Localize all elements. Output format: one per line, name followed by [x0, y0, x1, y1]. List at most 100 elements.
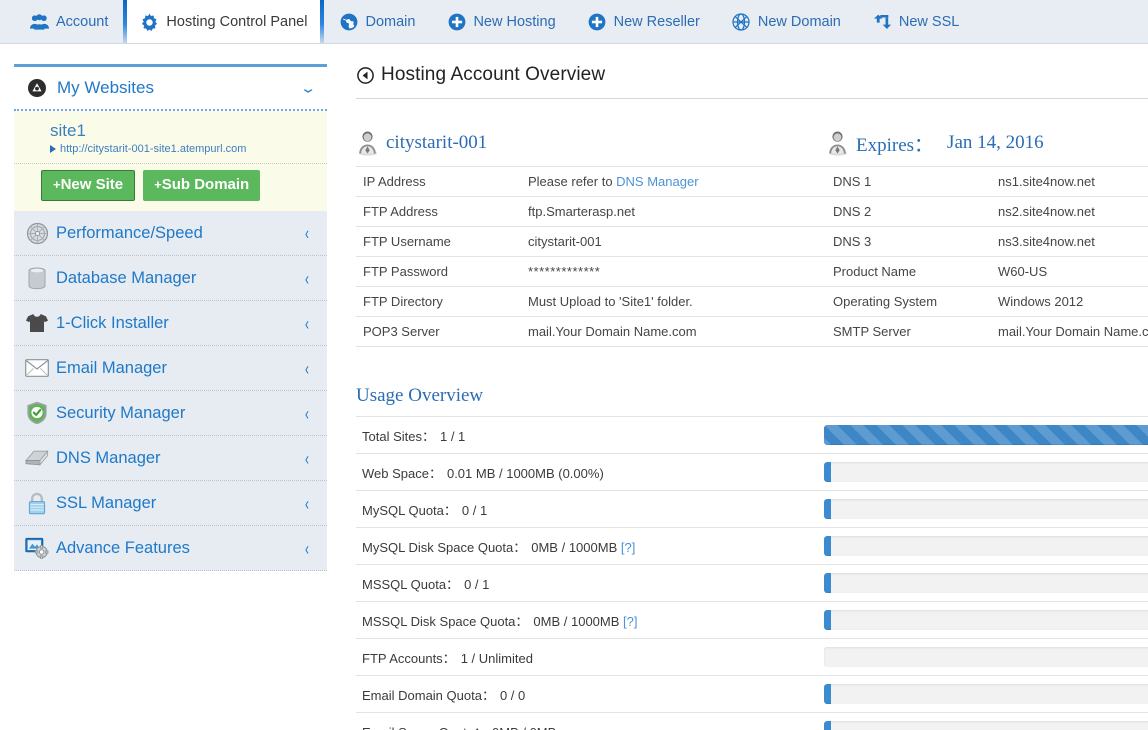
help-icon[interactable]: [?]: [621, 540, 635, 555]
nav-tab-label: New Domain: [757, 13, 841, 30]
progress-bar: [824, 647, 1148, 667]
nav-tab-new-reseller[interactable]: New Reseller: [572, 0, 716, 43]
chevron-left-icon[interactable]: ‹: [299, 267, 316, 289]
usage-bar-cell: [818, 712, 1148, 730]
info-key: FTP Address: [356, 196, 521, 227]
usage-bar-cell: [818, 453, 1148, 491]
chevron-down-icon[interactable]: ⌄: [293, 82, 323, 95]
usage-name: MSSQL Quota：: [362, 576, 460, 592]
chevron-left-icon[interactable]: ‹: [299, 402, 316, 424]
shield-check-icon: [24, 401, 50, 425]
sidebar-item-performance-speed[interactable]: Performance/Speed ‹: [14, 211, 327, 256]
usage-name: MySQL Disk Space Quota：: [362, 539, 527, 555]
nav-tab-domain[interactable]: Domain: [323, 0, 431, 43]
sub-domain-button[interactable]: +Sub Domain: [143, 170, 261, 201]
usage-label: Email Domain Quota： 0 / 0: [356, 675, 818, 713]
sidebar-item-ssl-manager[interactable]: SSL Manager ‹: [14, 481, 327, 526]
usage-value: 0 / 1: [464, 576, 490, 592]
usage-bar-cell: [818, 601, 1148, 639]
sidebar-item-dns-manager[interactable]: DNS Manager ‹: [14, 436, 327, 481]
nav-tab-label: New SSL: [898, 13, 960, 30]
tshirt-icon: [24, 311, 50, 335]
usage-value: 0 / 1: [461, 502, 488, 518]
sidebar-item-1-click-installer[interactable]: 1-Click Installer ‹: [14, 301, 327, 346]
info-key: FTP Username: [356, 226, 521, 257]
chevron-left-icon[interactable]: ‹: [299, 357, 316, 379]
chevron-left-icon[interactable]: ‹: [299, 492, 316, 514]
info-value: citystarit-001: [521, 226, 826, 257]
sidebar-item-database-manager[interactable]: Database Manager ‹: [14, 256, 327, 301]
plus-icon: +: [154, 177, 162, 193]
info-value: ns1.site4now.net: [991, 166, 1148, 197]
account-info-columns: citystarit-001 IP Address Please refer to…: [356, 128, 1148, 347]
dns-manager-link[interactable]: DNS Manager: [616, 174, 698, 189]
sidebar-item-label: 1-Click Installer: [56, 313, 169, 332]
progress-bar: [824, 499, 1148, 519]
info-value: ns2.site4now.net: [991, 196, 1148, 227]
top-navigation-bar: Account Hosting Control Panel Domain New Ho…: [0, 0, 1148, 44]
usage-bar-cell: [818, 490, 1148, 528]
chevron-left-icon[interactable]: ‹: [299, 312, 316, 334]
table-row: DNS 3 ns3.site4now.net: [826, 226, 1148, 257]
nav-tab-new-ssl[interactable]: New SSL: [857, 0, 975, 43]
table-row: Operating System Windows 2012: [826, 286, 1148, 317]
usage-row: MySQL Disk Space Quota： 0MB / 1000MB [?]: [356, 527, 1148, 565]
speedometer-icon: [24, 221, 50, 245]
usage-label: MSSQL Quota： 0 / 1: [356, 564, 818, 602]
progress-bar: [824, 573, 1148, 593]
expires-date: Jan 14, 2016: [947, 132, 1044, 153]
nav-tab-new-hosting[interactable]: New Hosting: [431, 0, 571, 43]
usage-row: MSSQL Quota： 0 / 1: [356, 564, 1148, 602]
new-site-button[interactable]: +New Site: [41, 170, 136, 201]
usage-label: MySQL Quota： 0 / 1: [356, 490, 818, 528]
site-url-text: http://citystarit-001-site1.atempurl.com: [60, 143, 247, 156]
usage-label: Total Sites： 1 / 1: [356, 416, 818, 454]
info-key: SMTP Server: [826, 316, 991, 347]
chevron-left-icon[interactable]: ‹: [299, 537, 316, 559]
advanced-icon: [24, 536, 50, 560]
page-header: Hosting Account Overview: [356, 64, 1148, 99]
sidebar-item-label: Security Manager: [56, 403, 186, 422]
table-row: FTP Directory Must Upload to 'Site1' fold…: [356, 286, 826, 317]
table-row: FTP Address ftp.Smarterasp.net: [356, 196, 826, 227]
expires-heading: Expires： Jan 14, 2016: [826, 128, 1148, 158]
site-url-link[interactable]: http://citystarit-001-site1.atempurl.com: [50, 143, 315, 155]
usage-row: Web Space： 0.01 MB / 1000MB (0.00%): [356, 453, 1148, 491]
table-row: FTP Password *************: [356, 256, 826, 287]
nav-tab-hosting-control-panel[interactable]: Hosting Control Panel: [123, 0, 325, 43]
usage-table: Total Sites： 1 / 1 Web Space： 0.01 MB / 100…: [356, 416, 1148, 730]
sidebar-item-email-manager[interactable]: Email Manager ‹: [14, 346, 327, 391]
site-name[interactable]: site1: [50, 120, 315, 141]
info-value: mail.Your Domain Name.com: [991, 316, 1148, 347]
info-key: Product Name: [826, 256, 991, 287]
usage-label: MySQL Disk Space Quota： 0MB / 1000MB [?]: [356, 527, 818, 565]
back-circle-icon[interactable]: [356, 66, 374, 84]
sidebar-item-security-manager[interactable]: Security Manager ‹: [14, 391, 327, 436]
nav-tab-account[interactable]: Account: [14, 0, 124, 43]
help-icon[interactable]: [?]: [623, 614, 637, 629]
info-key: DNS 1: [826, 166, 991, 197]
table-row: DNS 1 ns1.site4now.net: [826, 166, 1148, 197]
sidebar-item-advance-features[interactable]: Advance Features ‹: [14, 526, 327, 571]
page-layout: My Websites ⌄ site1 http://citystarit-00…: [0, 44, 1148, 730]
usage-label: Web Space： 0.01 MB / 1000MB (0.00%): [356, 453, 818, 491]
disk-icon: [24, 446, 50, 470]
nav-tab-new-domain[interactable]: New Domain: [716, 0, 857, 43]
info-value: W60-US: [991, 256, 1148, 287]
chevron-left-icon[interactable]: ‹: [299, 447, 316, 469]
usage-bar-cell: [818, 675, 1148, 713]
chevron-left-icon[interactable]: ‹: [299, 222, 316, 244]
usage-value: 1 / 1: [439, 428, 466, 444]
my-websites-header[interactable]: My Websites ⌄: [14, 64, 327, 111]
usage-name: MySQL Quota：: [362, 502, 457, 518]
usage-name: MSSQL Disk Space Quota：: [362, 613, 529, 629]
gear-icon: [140, 13, 159, 32]
person-icon: [356, 130, 380, 156]
globe-icon: [339, 12, 358, 31]
info-value: Windows 2012: [991, 286, 1148, 317]
progress-bar: [824, 462, 1148, 482]
table-row: FTP Username citystarit-001: [356, 226, 826, 257]
usage-bar-cell: [818, 416, 1148, 454]
account-name: citystarit-001: [386, 132, 488, 153]
usage-row: MSSQL Disk Space Quota： 0MB / 1000MB [?]: [356, 601, 1148, 639]
